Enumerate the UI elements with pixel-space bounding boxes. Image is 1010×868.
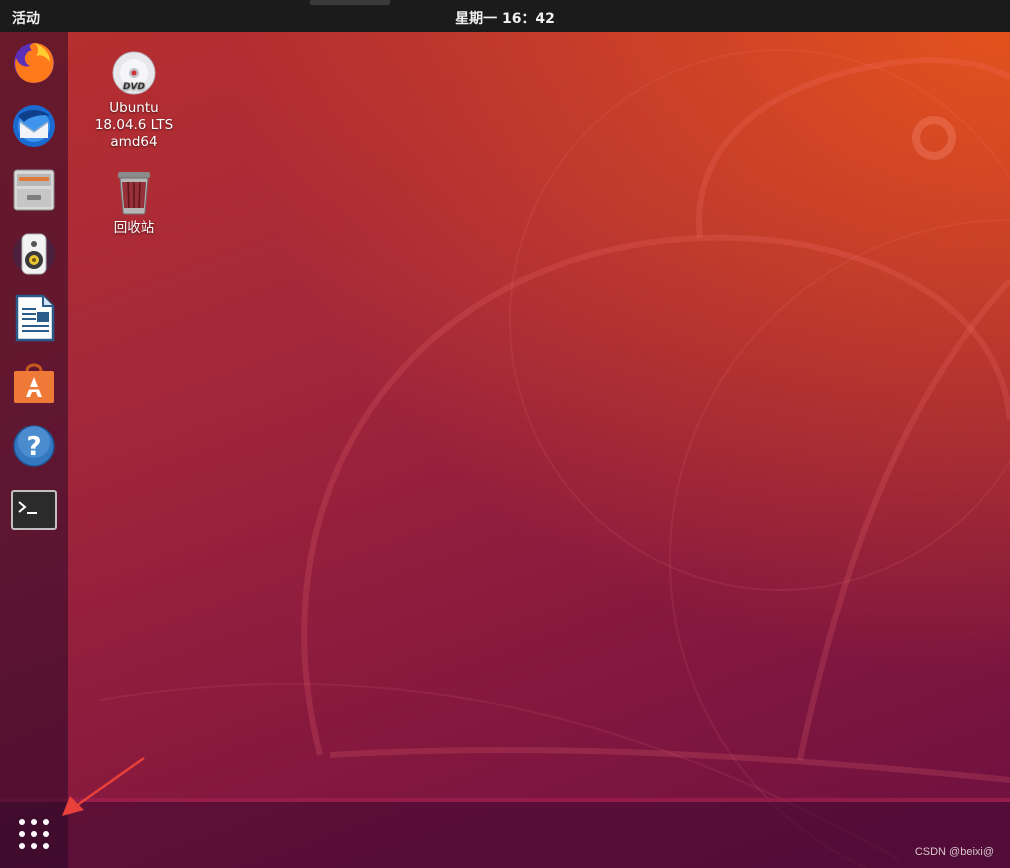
desktop-icon-dvd[interactable]: DVD Ubuntu 18.04.6 LTS amd64	[84, 50, 184, 151]
rhythmbox-icon	[13, 233, 55, 275]
svg-text:?: ?	[26, 432, 41, 462]
dock-item-files[interactable]	[8, 164, 60, 216]
dock: ?	[0, 32, 68, 868]
desktop-icon-label-line3: amd64	[110, 134, 158, 150]
dock-item-writer[interactable]	[8, 292, 60, 344]
trash-icon	[118, 172, 150, 215]
svg-text:DVD: DVD	[123, 82, 145, 92]
files-icon	[13, 169, 55, 211]
dvd-icon: DVD	[112, 51, 156, 95]
help-icon: ?	[13, 425, 55, 467]
desktop-icon-label-line2: 18.04.6 LTS	[94, 117, 174, 133]
bottom-strip	[0, 798, 1010, 868]
watermark: CSDN @beixi@	[914, 846, 994, 858]
desktop[interactable]: DVD Ubuntu 18.04.6 LTS amd64 回收站 ? CSDN …	[0, 0, 1010, 868]
writer-icon	[15, 294, 55, 342]
window-notch	[310, 0, 390, 5]
dock-item-terminal[interactable]	[8, 484, 60, 536]
dock-item-rhythmbox[interactable]	[8, 228, 60, 280]
clock[interactable]: 星期一 16：42	[0, 8, 1010, 28]
firefox-icon	[14, 43, 54, 83]
thunderbird-icon	[13, 105, 55, 147]
dock-item-firefox[interactable]	[8, 36, 60, 88]
software-icon	[14, 363, 54, 403]
desktop-icon-label: 回收站	[113, 220, 155, 236]
terminal-icon	[11, 490, 57, 530]
desktop-icon-label-line1: Ubuntu	[109, 100, 159, 116]
dock-item-software[interactable]	[8, 356, 60, 408]
desktop-icon-trash[interactable]: 回收站	[84, 168, 184, 237]
wallpaper-circle	[912, 116, 956, 160]
dock-item-thunderbird[interactable]	[8, 100, 60, 152]
dock-item-help[interactable]: ?	[8, 420, 60, 472]
show-applications-button[interactable]	[14, 814, 56, 856]
app-grid-icon	[19, 819, 49, 849]
top-bar: 活动 星期一 16：42	[0, 0, 1010, 32]
